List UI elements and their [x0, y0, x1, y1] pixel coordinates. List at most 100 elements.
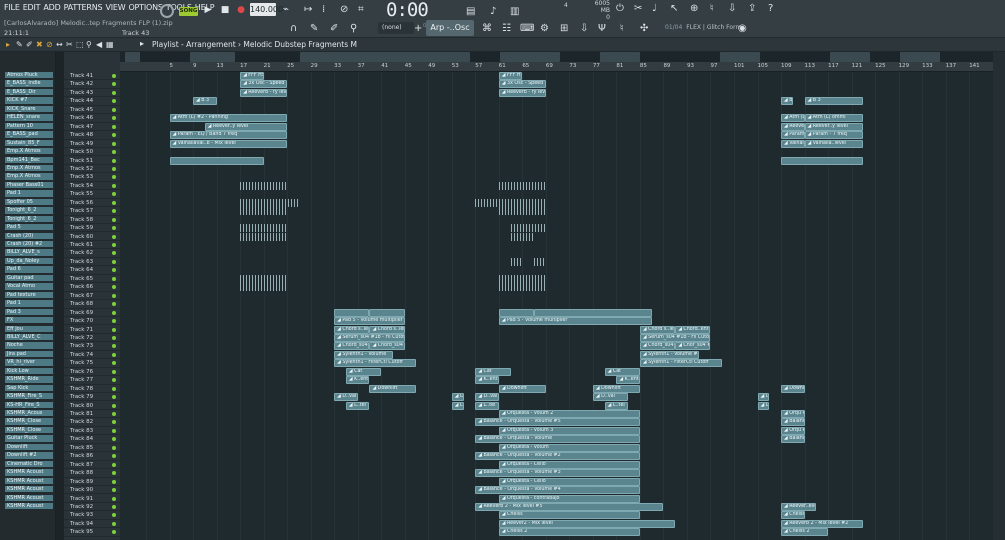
menu-options[interactable]: OPTIONS [128, 3, 163, 12]
pattern-clip[interactable] [498, 274, 546, 283]
automation-clip[interactable]: ◢ L..tel [757, 401, 770, 410]
track-header[interactable]: Track 90 [64, 486, 120, 495]
track-header[interactable]: Track 92 [64, 503, 120, 512]
pattern-clip[interactable] [240, 207, 288, 216]
track-header[interactable]: Track 54 [64, 182, 120, 191]
channel-item[interactable]: KICK #7 [5, 97, 53, 105]
track-enable-led[interactable] [112, 428, 116, 433]
track-enable-led[interactable] [112, 90, 116, 95]
track-enable-led[interactable] [112, 521, 116, 526]
track-enable-led[interactable] [112, 471, 116, 476]
automation-clip[interactable]: ◢ Balance - ume #2 [781, 418, 805, 427]
track-header[interactable]: Track 77 [64, 376, 120, 385]
channel-item[interactable]: Emp.X Atmos [5, 164, 53, 173]
channel-item[interactable]: Vocal Atmo [5, 283, 53, 291]
channel-item[interactable]: KSHMR_Ride [5, 376, 53, 384]
track-enable-led[interactable] [112, 319, 116, 324]
channel-item[interactable]: Downlift #2 [5, 452, 53, 460]
menu-edit[interactable]: EDIT [23, 3, 41, 12]
track-header[interactable]: Track 71 [64, 326, 120, 334]
track-header[interactable]: Track 68 [64, 300, 120, 309]
track-enable-led[interactable] [112, 259, 116, 264]
track-enable-led[interactable] [112, 209, 116, 214]
record-icon[interactable]: ● [233, 3, 249, 17]
automation-clip[interactable] [169, 156, 264, 165]
pattern-clip[interactable] [475, 198, 546, 207]
pattern-selector[interactable]: (none) [378, 22, 414, 34]
magnet-icon[interactable]: ∩ [290, 23, 297, 35]
playlist-icon[interactable]: ▤ [466, 6, 475, 18]
automation-clip[interactable]: ◢ Serum_s04 #1b - Fil Cutoff [639, 333, 711, 342]
automation-clip[interactable]: ◢ Cat [475, 367, 511, 376]
channel-rack-icon[interactable]: ▥ [510, 6, 519, 18]
channel-item[interactable]: KICK_Snare [5, 105, 53, 114]
channel-item[interactable]: KSHMR Acoust [5, 477, 53, 485]
automation-clip[interactable]: ◢ Orquesta - Cello [498, 460, 640, 469]
channel-item[interactable]: Spoffer 05 [5, 198, 53, 207]
track-header[interactable]: Track 51 [64, 157, 120, 165]
channel-item[interactable]: Pad 3 [5, 308, 53, 316]
track-enable-led[interactable] [112, 395, 116, 400]
track-header[interactable]: Track 87 [64, 461, 120, 470]
automation-clip[interactable]: ◢ Balance - Orquesta - Volume #4 [475, 486, 640, 495]
automation-clip[interactable] [781, 156, 864, 165]
pattern-clip[interactable] [240, 283, 288, 292]
track-header[interactable]: Track 64 [64, 266, 120, 275]
automation-clip[interactable]: ◢ FFF H5 [240, 72, 264, 80]
automation-clip[interactable]: ◢ Downlift [369, 384, 417, 393]
automation-clip[interactable]: ◢ Atm (L) ommi [781, 114, 805, 123]
automation-clip[interactable]: ◢ Cheiss [781, 511, 805, 520]
channel-item[interactable]: Pad 1 [5, 300, 53, 308]
channel-item[interactable]: Pad 6 [5, 266, 53, 274]
automation-clip[interactable]: ◢ Downlift [781, 384, 805, 393]
automation-clip[interactable]: ◢ Orquesta - contrabajo [498, 494, 640, 503]
track-header[interactable]: Track 89 [64, 478, 120, 486]
track-header[interactable]: Track 83 [64, 427, 120, 436]
track-enable-led[interactable] [112, 437, 116, 442]
automation-clip[interactable]: ◢ D..val [475, 393, 499, 402]
channel-item[interactable]: BILLY_ALVE_C [5, 333, 53, 342]
track-enable-led[interactable] [112, 74, 116, 78]
track-enable-led[interactable] [112, 293, 116, 298]
track-enable-led[interactable] [112, 183, 116, 188]
channel-item[interactable]: Emp.X Atmos [5, 173, 53, 181]
automation-clip[interactable]: ◢ Chord_s04 #1b [369, 342, 405, 351]
channel-item[interactable]: KSHMR_Fire_S [5, 393, 53, 401]
plug-icon[interactable]: Ψ [598, 23, 606, 35]
track-enable-led[interactable] [112, 513, 116, 518]
automation-clip[interactable]: ◢ Downlift [498, 384, 546, 393]
brush-tool-icon[interactable]: ✐ [26, 39, 33, 51]
track-enable-led[interactable] [112, 361, 116, 366]
track-header[interactable]: Track 73 [64, 342, 120, 351]
track-enable-led[interactable] [112, 369, 116, 374]
track-enable-led[interactable] [112, 344, 116, 349]
track-header[interactable]: Track 58 [64, 216, 120, 225]
channel-item[interactable]: Bpm141_Bec [5, 156, 53, 164]
pattern-song-toggle[interactable] [160, 4, 174, 18]
delete-tool-icon[interactable]: ✖ [36, 39, 43, 51]
track-header[interactable]: Track 43 [64, 89, 120, 98]
track-enable-led[interactable] [112, 403, 116, 408]
automation-clip[interactable]: ◢ 3x Osc - Speed [240, 80, 288, 89]
automation-clip[interactable]: ◢ Chord..enth [675, 325, 711, 334]
channel-item[interactable]: KSHMR Acoust [5, 502, 53, 511]
track-header[interactable]: Track 46 [64, 114, 120, 123]
channel-item[interactable]: Guitar pad [5, 274, 53, 283]
track-header[interactable]: Track 44 [64, 97, 120, 106]
zoom-tool-icon[interactable]: ⚲ [86, 39, 92, 51]
track-enable-led[interactable] [112, 488, 116, 493]
automation-clip[interactable]: ◢ Sylenth1 - Volume #2 [639, 350, 699, 359]
track-enable-led[interactable] [112, 107, 116, 112]
automation-clip[interactable]: ◢ Chord_s04 #1b [334, 342, 370, 351]
automation-clip[interactable]: ◢ Chord s..lenth [334, 325, 370, 334]
mute-tool-icon[interactable]: ⊘ [46, 39, 53, 51]
channel-item[interactable]: Kick Low [5, 367, 53, 376]
countdown-icon[interactable]: ⁞ [322, 4, 325, 16]
track-enable-led[interactable] [112, 479, 116, 484]
channel-item[interactable]: KSHMR Acoust [5, 469, 53, 477]
track-header[interactable]: Track 50 [64, 148, 120, 157]
track-enable-led[interactable] [112, 496, 116, 501]
browser-icon[interactable]: ⊞ [560, 23, 568, 35]
automation-clip[interactable]: ◢ Orqu #2 [781, 410, 805, 418]
automation-clip[interactable]: ◢ Valhalla..level [804, 139, 864, 148]
